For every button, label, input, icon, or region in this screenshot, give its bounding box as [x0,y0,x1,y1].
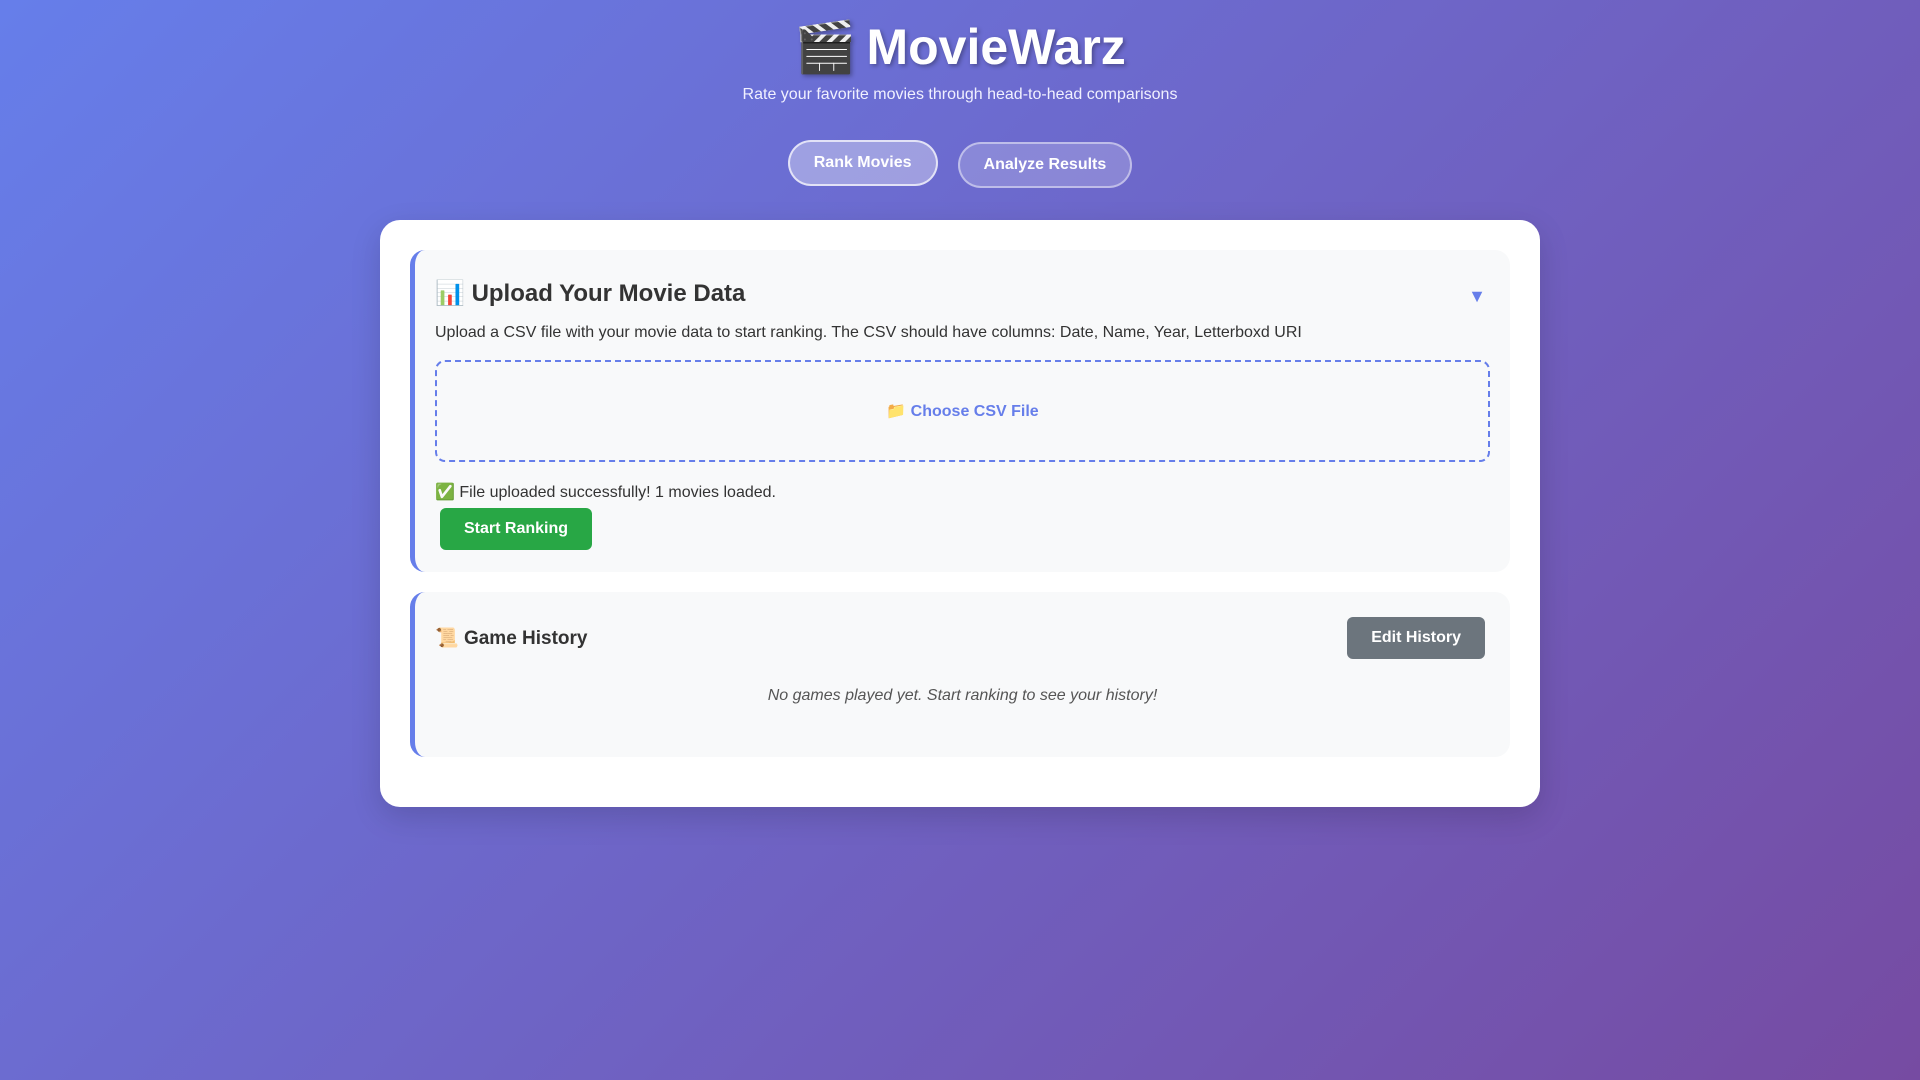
bar-chart-icon: 📊 [435,280,465,307]
csv-file-dropzone[interactable]: 📁 Choose CSV File [435,360,1490,462]
app-title-text: MovieWarz [866,19,1126,75]
history-header: 📜 Game History Edit History [435,617,1490,659]
clapperboard-icon: 🎬 [794,19,857,75]
history-section: 📜 Game History Edit History No games pla… [410,592,1510,757]
upload-section: 📊 Upload Your Movie Data ▼ Upload a CSV … [410,250,1510,572]
app-title: 🎬 MovieWarz [0,18,1920,76]
folder-icon: 📁 [886,403,907,420]
collapse-toggle-icon[interactable]: ▼ [1468,286,1486,307]
choose-csv-text[interactable]: Choose CSV File [911,403,1039,420]
edit-history-button[interactable]: Edit History [1347,617,1485,659]
history-title-text: Game History [463,628,588,649]
app-header: 🎬 MovieWarz Rate your favorite movies thr… [0,0,1920,104]
tab-analyze-results[interactable]: Analyze Results [957,142,1133,188]
history-empty-message: No games played yet. Start ranking to se… [767,687,1158,704]
app-subtitle: Rate your favorite movies through head-t… [742,86,1178,103]
upload-title: 📊 Upload Your Movie Data [435,278,1490,310]
tab-rank-movies[interactable]: Rank Movies [787,140,938,186]
main-nav: Rank Movies Analyze Results [0,140,1920,188]
scroll-icon: 📜 [435,628,459,649]
main-container: 📊 Upload Your Movie Data ▼ Upload a CSV … [380,220,1540,807]
upload-description: Upload a CSV file with your movie data t… [435,324,1302,341]
upload-status: ✅ File uploaded successfully! 1 movies l… [435,482,1490,502]
upload-title-text: Upload Your Movie Data [471,280,746,307]
check-icon: ✅ [435,484,455,501]
choose-csv-label[interactable]: 📁 Choose CSV File [886,401,1038,421]
history-title: 📜 Game History [435,626,588,650]
start-ranking-button[interactable]: Start Ranking [440,508,593,550]
upload-status-text: File uploaded successfully! 1 movies loa… [459,484,776,501]
